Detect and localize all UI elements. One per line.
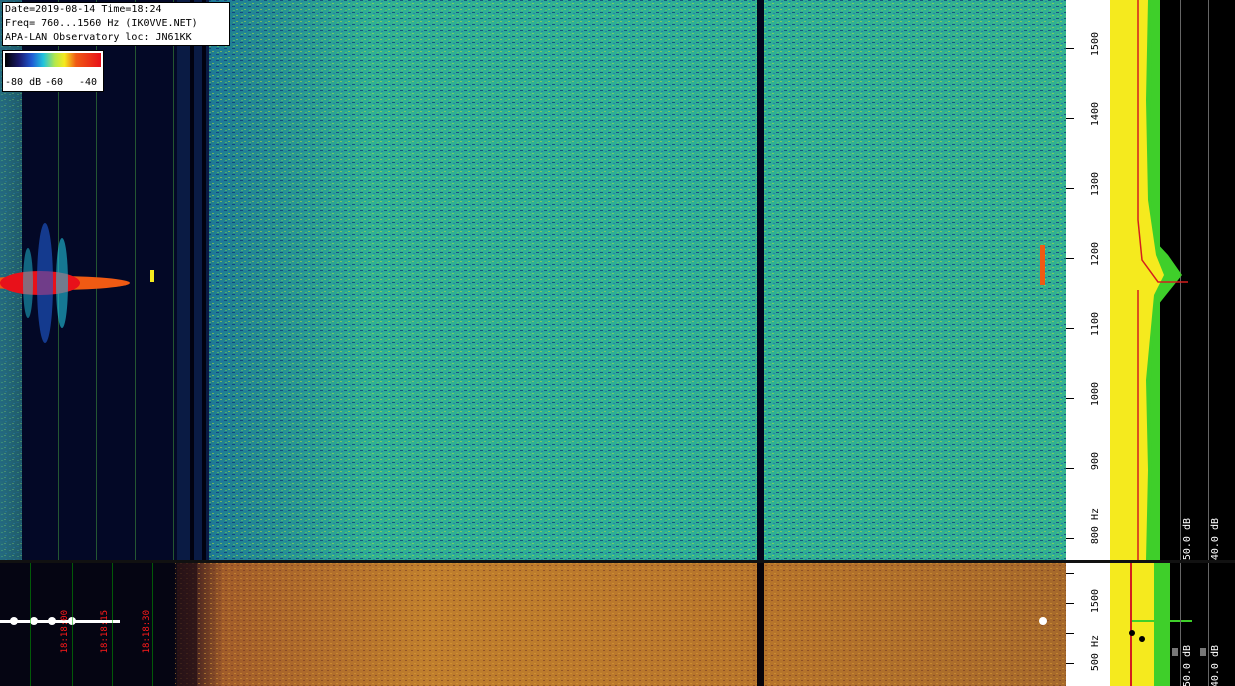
frequency-ruler-top: 1500 1400 1300 1200 1100 1000 900 800 Hz — [1066, 0, 1110, 560]
ruler-tick — [1066, 188, 1074, 189]
ruler-tick — [1066, 603, 1074, 604]
ruler-tick — [1066, 328, 1074, 329]
info-frequency: Freq= 760...1560 Hz (IK0VVE.NET) — [5, 18, 198, 29]
info-observatory: APA-LAN Observatory loc: JN61KK — [5, 32, 192, 43]
scale-label-mid: -60 — [45, 77, 64, 88]
info-date-time: Date=2019-08-14 Time=18:24 — [5, 4, 162, 15]
freq-tick-bottom-1500: 1500 — [1090, 589, 1101, 614]
spectrum-db-label-1: -50.0 dB — [1182, 518, 1193, 560]
freq-tick-1200: 1200 — [1090, 242, 1101, 267]
time-label-3: 18:18:30 — [142, 610, 152, 654]
time-label-1: 18:18:00 — [60, 610, 70, 654]
ruler-tick — [1066, 258, 1074, 259]
time-grid-line — [112, 563, 113, 686]
spectrum-panel-top: -50.0 dB -40.0 dB — [1110, 0, 1235, 560]
waterfall-secondary-svg — [0, 563, 1066, 686]
ruler-tick — [1066, 573, 1074, 574]
time-grid-line — [72, 563, 73, 686]
time-grid-line — [152, 563, 153, 686]
ruler-tick — [1066, 468, 1074, 469]
scale-label-min: -80 dB — [5, 77, 42, 88]
freq-tick-bottom-500: 500 Hz — [1090, 635, 1101, 672]
waterfall-main-svg — [0, 0, 1066, 560]
spectrum-bottom-db-label-2: -40.0 dB — [1210, 645, 1221, 686]
time-grid-line — [30, 563, 31, 686]
dark-line-1 — [190, 0, 194, 560]
freq-tick-1100: 1100 — [1090, 312, 1101, 337]
frequency-ruler-bottom: 1500 500 Hz — [1066, 563, 1110, 686]
freq-tick-1000: 1000 — [1090, 382, 1101, 407]
spectrum-top-svg — [1110, 0, 1209, 560]
ruler-tick — [1066, 48, 1074, 49]
ruler-tick — [1066, 633, 1074, 634]
ruler-tick — [1066, 118, 1074, 119]
freq-tick-800: 800 Hz — [1090, 508, 1101, 545]
time-label-2: 18:18:15 — [100, 610, 110, 654]
color-scale-bar — [5, 53, 101, 67]
spectrum-bottom-db-label-1: -50.0 dB — [1182, 645, 1193, 686]
spectrum-db-label-2: -40.0 dB — [1210, 518, 1221, 560]
ruler-tick — [1066, 663, 1074, 664]
dark-line-2 — [202, 0, 206, 560]
color-scale-legend: -80 dB -60 -40 — [2, 50, 104, 92]
waterfall-secondary — [0, 563, 1066, 686]
freq-tick-1400: 1400 — [1090, 102, 1101, 127]
freq-tick-1300: 1300 — [1090, 172, 1101, 197]
spectrum-panel-bottom: -50.0 dB -40.0 dB — [1110, 563, 1235, 686]
scale-label-max: -40 — [79, 77, 98, 88]
dark-line-3 — [757, 0, 764, 560]
ruler-tick — [1066, 538, 1074, 539]
sdr-waterfall-display: Date=2019-08-14 Time=18:24 Freq= 760...1… — [0, 0, 1235, 686]
freq-tick-900: 900 — [1090, 452, 1101, 471]
waterfall-main: Date=2019-08-14 Time=18:24 Freq= 760...1… — [0, 0, 1066, 560]
info-box: Date=2019-08-14 Time=18:24 Freq= 760...1… — [2, 2, 230, 46]
ruler-tick — [1066, 398, 1074, 399]
freq-tick-1500: 1500 — [1090, 32, 1101, 57]
